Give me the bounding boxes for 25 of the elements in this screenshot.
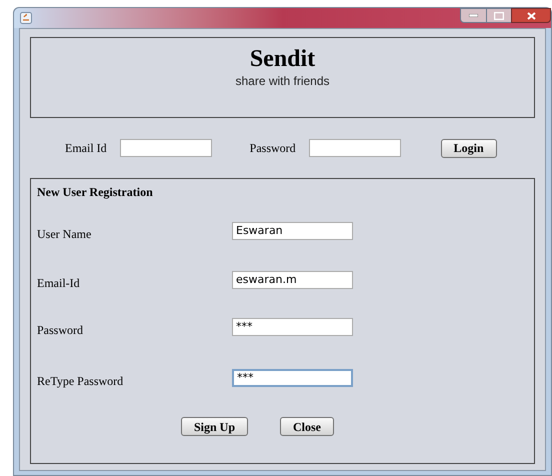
minimize-button[interactable] [460, 8, 487, 23]
app-subtitle: share with friends [235, 74, 330, 89]
input-field[interactable]: eswaran.m [232, 270, 353, 288]
registration-title: New User Registration [37, 184, 154, 201]
maximize-button[interactable] [487, 8, 511, 23]
field-label: Email-Id [37, 274, 81, 292]
app-title: Sendit [250, 45, 316, 74]
login-button[interactable]: Login [440, 138, 497, 158]
sign-up-button[interactable]: Sign Up [180, 417, 248, 436]
field-label: Password [37, 322, 84, 338]
input-field[interactable]: *** [232, 368, 353, 386]
close-dialog-button[interactable]: Close [280, 417, 334, 436]
maximize-icon [494, 12, 504, 20]
password-field[interactable] [308, 139, 401, 157]
input-field[interactable]: *** [232, 318, 353, 336]
field-label: User Name [37, 226, 92, 242]
close-icon [526, 12, 536, 20]
password-label: Password [250, 140, 296, 157]
field-label: ReType Password [37, 372, 124, 390]
minimize-icon [469, 14, 478, 17]
close-button[interactable] [511, 8, 551, 23]
app-icon [20, 12, 32, 24]
email-label: Email Id [65, 140, 107, 157]
email-field[interactable] [120, 139, 212, 157]
input-field[interactable]: Eswaran [232, 222, 353, 240]
